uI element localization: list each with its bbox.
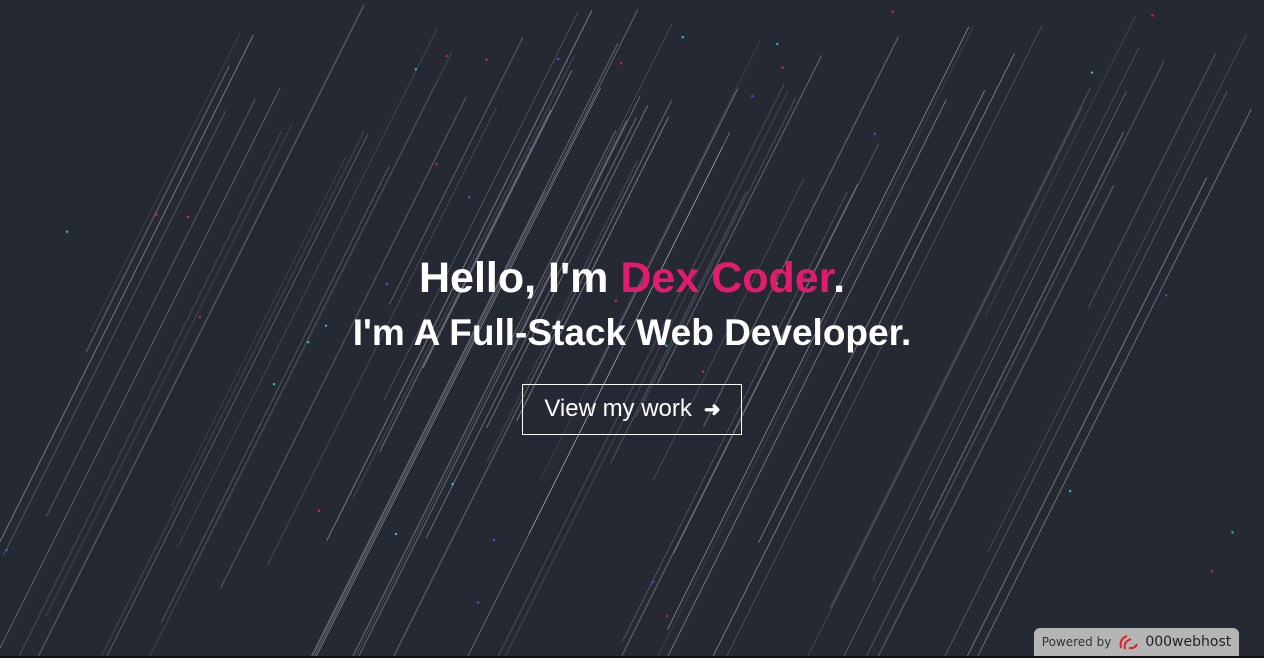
background-dot [556,57,560,61]
hero-tagline: I'm A Full-Stack Web Developer. [352,312,912,353]
background-dot [492,538,496,542]
view-my-work-button[interactable]: View my work ➜ [522,384,742,435]
background-dot [477,601,480,604]
background-dot [65,230,69,233]
background-dot [651,580,655,584]
period: . [833,254,846,302]
background-dot [445,54,448,58]
hero: Hello, I'm Dex Coder. I'm A Full-Stack W… [0,252,1264,435]
background-dot [751,95,754,98]
background-dot [666,614,669,618]
background-dot [155,213,158,216]
background-dot [5,548,8,552]
000webhost-logo-icon [1119,635,1139,650]
background-dot [776,42,779,46]
background-dot [891,10,894,13]
background-dot [435,163,438,166]
background-dot [414,68,417,71]
background-dot [619,62,623,65]
background-dot [781,66,784,69]
hero-name: Dex Coder [620,254,834,302]
powered-by-badge[interactable]: Powered by 000webhost [1034,628,1239,656]
powered-by-label: Powered by [1041,635,1112,649]
background-dot [1151,14,1154,17]
background-dot [451,482,454,486]
greeting: Hello, I'm [418,254,621,302]
arrow-right-icon: ➜ [703,399,721,421]
background-dot [873,132,876,136]
background-dot [529,148,532,151]
background-dot [1231,531,1234,534]
brand-name: 000webhost [1145,634,1232,650]
background-dot [394,532,398,536]
hero-heading: Hello, I'm Dex Coder. [0,252,1264,304]
background-dot [318,509,321,513]
background-dot [468,196,471,199]
background-dot [1090,71,1094,74]
background-dot [681,36,684,39]
button-label: View my work [544,395,692,422]
background-dot [186,215,190,219]
background-dot [1210,570,1213,573]
background-dot [485,58,488,61]
background-dot [1069,490,1072,493]
